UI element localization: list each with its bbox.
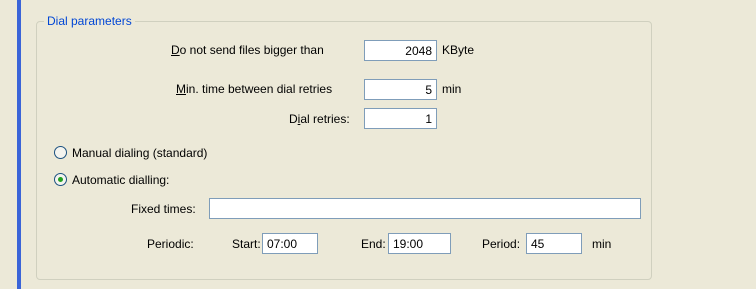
left-accent-bar xyxy=(17,0,21,289)
start-label: Start: xyxy=(232,237,261,251)
min-retry-time-label: Min. time between dial retries xyxy=(176,82,333,96)
period-label: Period: xyxy=(482,237,521,251)
periodic-label: Periodic: xyxy=(147,237,194,251)
end-label: End: xyxy=(361,237,386,251)
manual-dialing-radio[interactable] xyxy=(54,146,67,159)
dial-retries-label: Dial retries: xyxy=(289,112,350,126)
manual-dialing-label[interactable]: Manual dialing (standard) xyxy=(72,146,207,160)
min-retry-time-input[interactable] xyxy=(364,79,437,100)
end-time-input[interactable] xyxy=(388,233,451,254)
dial-retries-input[interactable] xyxy=(364,108,437,129)
max-file-size-label: Do not send files bigger than xyxy=(171,43,324,57)
fixed-times-label: Fixed times: xyxy=(131,202,196,216)
fixed-times-input[interactable] xyxy=(209,198,641,219)
dial-settings-panel: Dial parameters Do not send files bigger… xyxy=(0,0,756,289)
group-title: Dial parameters xyxy=(44,14,135,28)
start-time-input[interactable] xyxy=(262,233,318,254)
automatic-dialing-radio[interactable] xyxy=(54,173,67,186)
period-input[interactable] xyxy=(526,233,582,254)
radio-selected-dot xyxy=(58,177,63,182)
max-file-size-unit: KByte xyxy=(442,43,475,57)
automatic-dialing-label[interactable]: Automatic dialling: xyxy=(72,173,169,187)
period-unit: min xyxy=(592,237,612,251)
min-retry-time-unit: min xyxy=(442,82,462,96)
max-file-size-input[interactable] xyxy=(364,40,437,61)
